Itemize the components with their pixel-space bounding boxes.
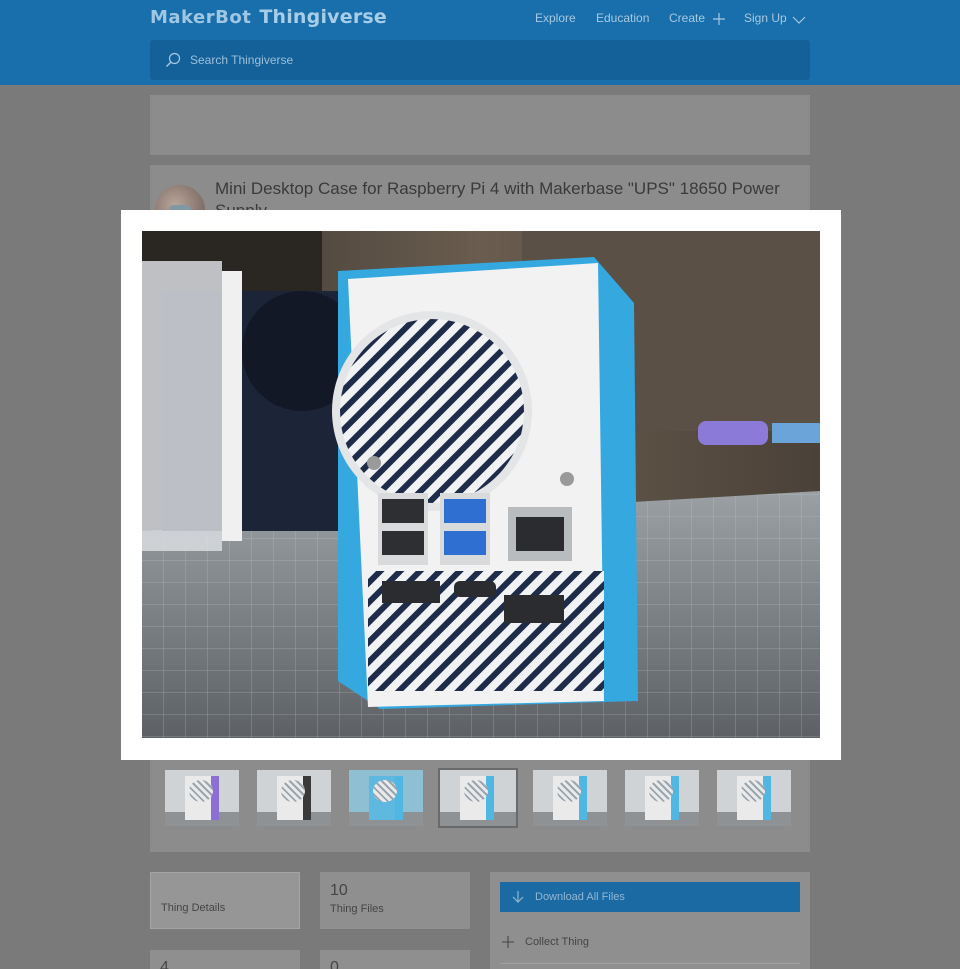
nav-create-label: Create — [669, 11, 706, 25]
collect-thing-button[interactable]: Collect Thing — [500, 932, 800, 952]
image-lightbox — [121, 210, 841, 760]
download-arrow-icon — [512, 891, 524, 903]
thumbnail[interactable] — [533, 770, 607, 826]
thumbnail-grill — [189, 780, 213, 802]
collect-plus-icon — [502, 936, 514, 948]
logo-thingiverse: Thingiverse — [259, 6, 388, 28]
thumbnail-strip — [165, 768, 795, 830]
lightbox-image[interactable] — [142, 231, 820, 738]
search-bar[interactable] — [150, 40, 810, 80]
nav-explore-label: Explore — [535, 11, 576, 25]
thing-files-tab[interactable]: 10 Thing Files — [320, 872, 470, 929]
plus-icon — [713, 13, 726, 25]
thing-files-label: Thing Files — [330, 903, 384, 915]
thing-details-label: Thing Details — [161, 902, 226, 914]
nav-education[interactable]: Education — [596, 11, 669, 25]
thumbnail-grill — [649, 780, 673, 802]
nav-sign-up[interactable]: Sign Up — [744, 11, 806, 25]
thumbnail-grill — [281, 780, 305, 802]
stat-card-count: 4 — [160, 959, 169, 969]
main-nav: Explore Education Create Sign Up — [535, 10, 806, 26]
nav-explore[interactable]: Explore — [535, 11, 596, 25]
divider — [500, 963, 800, 964]
lightbox-photo — [142, 231, 820, 738]
search-icon — [166, 52, 181, 67]
thumbnail[interactable] — [625, 770, 699, 826]
thing-files-count: 10 — [330, 882, 348, 899]
ad-banner — [150, 95, 810, 155]
nav-create[interactable]: Create — [669, 10, 744, 26]
thumbnail[interactable] — [717, 770, 791, 826]
site-header: MakerBot Thingiverse Explore Education C… — [0, 0, 960, 85]
thumbnail-grill — [557, 780, 581, 802]
stat-card[interactable]: 0 — [320, 950, 470, 969]
download-all-files-button[interactable]: Download All Files — [500, 882, 800, 912]
thumbnail-selected[interactable] — [438, 768, 518, 828]
logo-makerbot: MakerBot — [150, 7, 252, 28]
thumbnail-grill — [373, 780, 397, 802]
thumbnail[interactable] — [165, 770, 239, 826]
stat-card[interactable]: 4 — [150, 950, 300, 969]
thumbnail[interactable] — [349, 770, 423, 826]
stat-card-count: 0 — [330, 959, 339, 969]
site-logo[interactable]: MakerBot Thingiverse — [150, 6, 387, 32]
thumbnail-grill — [741, 780, 765, 802]
thing-details-tab[interactable]: Thing Details — [150, 872, 300, 929]
thumbnail[interactable] — [257, 770, 331, 826]
nav-sign-up-label: Sign Up — [744, 11, 787, 25]
thumbnail-grill — [464, 780, 488, 802]
nav-education-label: Education — [596, 11, 650, 25]
search-input[interactable] — [190, 53, 770, 67]
collect-thing-label: Collect Thing — [525, 936, 589, 948]
chevron-down-icon — [792, 16, 806, 24]
download-all-files-label: Download All Files — [535, 891, 625, 903]
